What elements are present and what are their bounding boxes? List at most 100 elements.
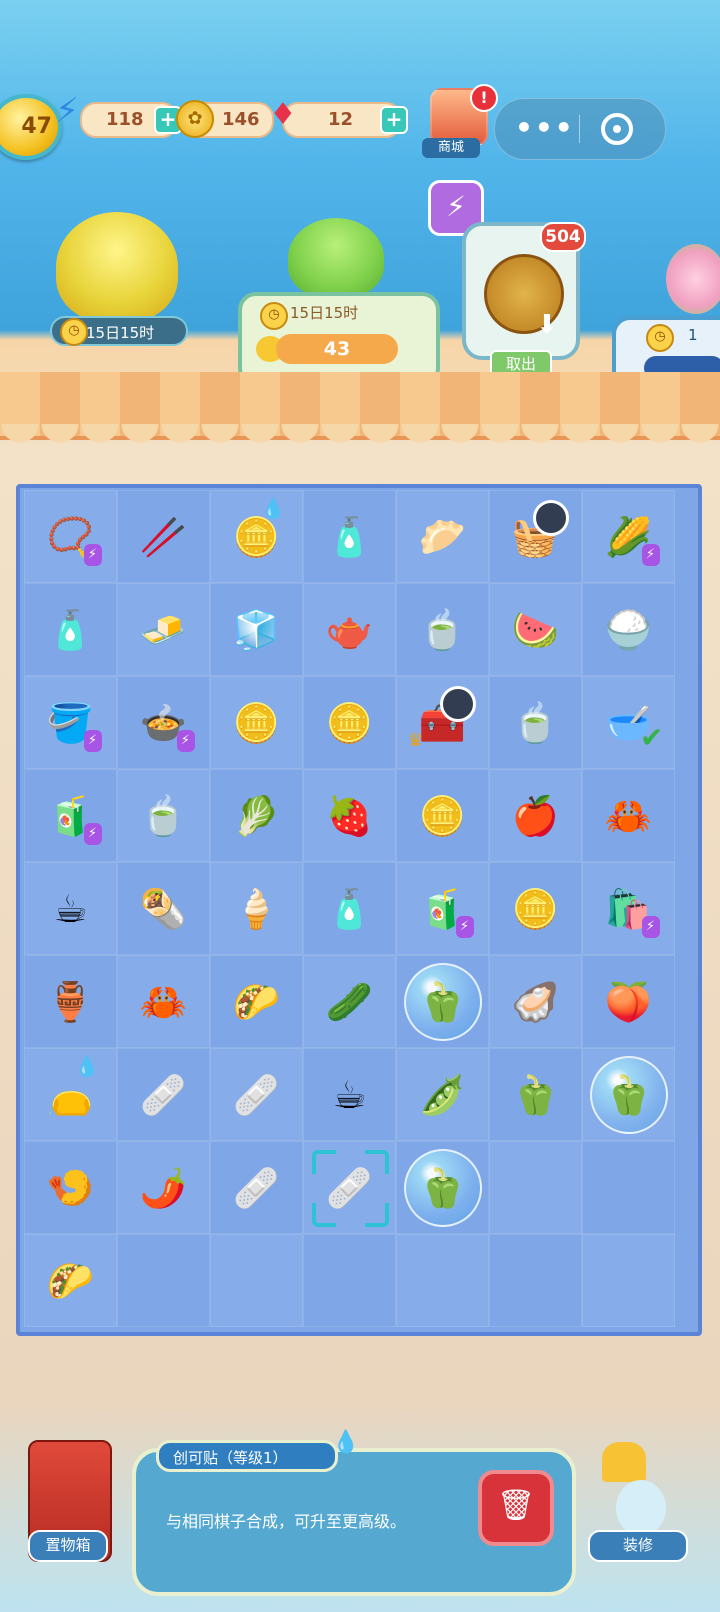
medicine-bottle-icon[interactable]: 🧴 [315,506,385,568]
board-cell[interactable]: 🩹 [117,1048,210,1141]
gold-vase-icon[interactable]: 🏺 [36,971,106,1033]
gold-coin-icon[interactable]: 🪙 [222,692,292,754]
apple-icon[interactable]: 🍎 [501,785,571,847]
board-cell[interactable]: 🫛 [396,1048,489,1141]
close-target-icon[interactable] [601,113,633,145]
board-cell[interactable]: 🪙 💧 [210,490,303,583]
board-cell[interactable]: 🌶️ [117,1141,210,1234]
blue-fridge-icon[interactable]: 🧊 [222,599,292,661]
iodine-bottle-icon[interactable]: 🧴 [36,599,106,661]
board-cell[interactable]: 🍵 [117,769,210,862]
peas-icon[interactable]: 🫛 [408,1064,478,1126]
board-cell[interactable]: 🧃 ⚡ [24,769,117,862]
board-cell[interactable] [489,1234,582,1327]
tea-bowl-icon[interactable]: 🍵 [129,785,199,847]
oysters-icon[interactable]: 🦪 [501,971,571,1033]
peach-icon[interactable]: 🍑 [594,971,664,1033]
first-aid-box-icon[interactable]: 🧰 ♛ [408,685,478,754]
cabbage-icon[interactable]: 🥬 [222,785,292,847]
chili-icon[interactable]: 🌶️ [129,1157,199,1219]
board-cell[interactable]: 🍎 [489,769,582,862]
board-cell[interactable]: 🍲 ⚡ [117,676,210,769]
board-cell[interactable]: 🏺 [24,955,117,1048]
board-cell[interactable]: 🍦 [210,862,303,955]
tea-bowl-icon[interactable]: 🍵 [501,692,571,754]
board-cell[interactable] [582,1234,675,1327]
clay-pot-icon[interactable]: 🍲 ⚡ [129,692,199,754]
lucky-bag-icon[interactable]: 👝 💧 [36,1056,106,1126]
board-cell[interactable] [210,1234,303,1327]
board-cell[interactable]: ☕ [24,862,117,955]
tea-bowl-icon[interactable]: 🍵 [408,599,478,661]
watermelon-slice-icon[interactable]: 🍉 [501,599,571,661]
board-cell[interactable]: 🪙 [303,676,396,769]
bandage-icon[interactable]: 🩹 [222,1064,292,1126]
add-gem-button[interactable]: + [380,106,408,134]
board-cell[interactable]: 🍚 [582,583,675,676]
board-cell[interactable]: 🫑 [396,1141,489,1234]
board-cell[interactable]: 🌽 ⚡ [582,490,675,583]
board-cell[interactable]: 🌯 [117,862,210,955]
board-cell[interactable] [303,1234,396,1327]
coin-gem-pile-icon[interactable]: 🪙 💧 [222,498,292,568]
decorate-label[interactable]: 装修 [588,1530,688,1562]
board-cell[interactable]: 🧈 [117,583,210,676]
board-cell[interactable]: 🪙 [210,676,303,769]
yellow-bear-character[interactable] [56,212,178,322]
coin-token-icon[interactable]: 🪙 [501,878,571,940]
lemon-tea-icon[interactable]: ☕ [315,1064,385,1126]
board-cell[interactable]: 🩹 [303,1141,396,1234]
board-cell[interactable]: 🍑 [582,955,675,1048]
board-cell[interactable] [396,1234,489,1327]
board-cell[interactable] [117,1234,210,1327]
board-cell[interactable]: 🧴 [303,490,396,583]
fried-shrimp-icon[interactable]: 🍤 [36,1157,106,1219]
board-cell[interactable] [489,1141,582,1234]
taco-icon[interactable]: 🌮 [222,971,292,1033]
pepper-bubble-icon[interactable]: 🫑 [589,1055,668,1134]
tea-cup-icon[interactable]: ☕ [36,878,106,940]
shopping-bag-icon[interactable]: 🛍️ ⚡ [594,878,664,940]
fried-rice-icon[interactable]: 🍚 [594,599,664,661]
green-pepper-icon[interactable]: 🫑 [501,1064,571,1126]
board-cell[interactable]: 🧴 [24,583,117,676]
pepper-bubble-icon[interactable]: 🫑 [403,962,482,1041]
board-cell[interactable]: 🫖 [303,583,396,676]
board-cell[interactable]: 🦪 [489,955,582,1048]
board-cell[interactable]: 🩹 [210,1141,303,1234]
bandage-icon[interactable]: 🩹 [222,1157,292,1219]
crab-icon[interactable]: 🦀 [129,971,199,1033]
board-cell[interactable]: 🫑 [582,1048,675,1141]
cucumber-icon[interactable]: 🥒 [315,971,385,1033]
board-cell[interactable] [582,1141,675,1234]
right-character[interactable] [666,244,720,314]
coin-stack-icon[interactable]: 🪙 [315,692,385,754]
coin-pair-icon[interactable]: 🪙 [408,785,478,847]
taco-icon[interactable]: 🌮 [36,1250,106,1312]
board-cell[interactable]: 🪙 [396,769,489,862]
board-cell[interactable]: 🍉 [489,583,582,676]
board-cell[interactable]: 🍤 [24,1141,117,1234]
board-cell[interactable]: 🪙 [489,862,582,955]
water-bucket-icon[interactable]: 🪣 ⚡ [36,692,106,754]
board-cell[interactable]: 🥣 ✔ [582,676,675,769]
board-cell[interactable]: 👝 💧 [24,1048,117,1141]
board-cell[interactable]: 🥢 [117,490,210,583]
board-cell[interactable]: 🧴 [303,862,396,955]
board-cell[interactable]: 🦀 [582,769,675,862]
goldfish-bag-icon[interactable]: 📿 ⚡ [36,506,106,568]
toolbox-label[interactable]: 置物箱 [28,1530,108,1562]
teapot-icon[interactable]: 🫖 [315,599,385,661]
board-cell[interactable]: 🧃 ⚡ [396,862,489,955]
juicer-icon[interactable]: 🧃 ⚡ [408,878,478,940]
green-bear-character[interactable] [288,218,384,298]
corn-basket-icon[interactable]: 🌽 ⚡ [594,506,664,568]
board-cell[interactable]: 🥬 [210,769,303,862]
delete-button[interactable]: 🗑 [478,1470,554,1546]
soup-bowl-icon[interactable]: 🥣 ✔ [594,692,664,754]
tofu-icon[interactable]: 🧈 [129,599,199,661]
board-cell[interactable]: 🌮 [24,1234,117,1327]
board-cell[interactable]: 🥒 [303,955,396,1048]
ice-cream-icon[interactable]: 🍦 [222,878,292,940]
bandage-icon[interactable]: 🩹 [129,1064,199,1126]
